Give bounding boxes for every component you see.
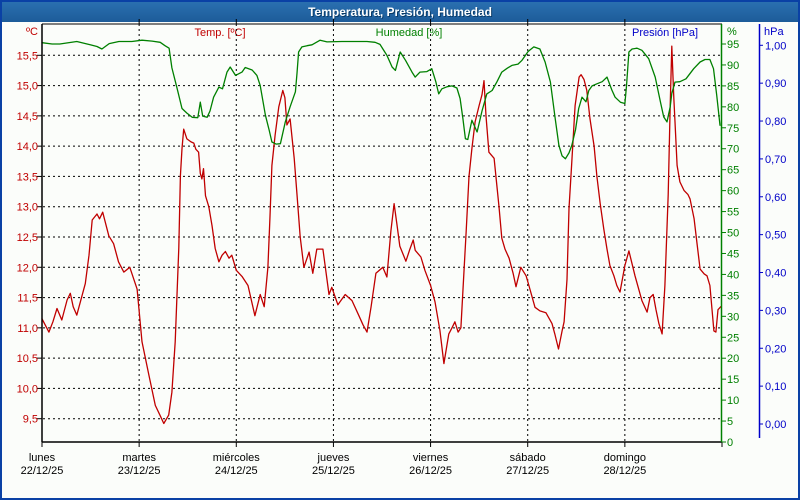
humidity-tick-label: 75 [727, 123, 739, 135]
temp-tick-label: 11,5 [17, 293, 38, 305]
pressure-tick-label: 0,50 [765, 230, 786, 242]
day-date-label: 24/12/25 [215, 465, 258, 477]
temp-tick-label: 10,5 [17, 353, 38, 365]
pressure-tick-label: 1,00 [765, 40, 786, 52]
day-name-label: lunes [29, 452, 56, 464]
humidity-tick-label: 60 [727, 186, 739, 198]
day-name-label: jueves [317, 452, 350, 464]
pressure-tick-label: 0,30 [765, 305, 786, 317]
humidity-tick-label: 70 [727, 144, 739, 156]
pressure-tick-label: 0,90 [765, 78, 786, 90]
x-axis-labels: lunes22/12/25 martes23/12/25 miércoles24/1… [21, 452, 647, 477]
pressure-axis-unit: hPa [764, 26, 784, 38]
grid-layer [43, 24, 722, 442]
temp-tick-label: 9,5 [23, 414, 38, 426]
humidity-tick-label: 85 [727, 81, 739, 93]
series-humidity [41, 39, 721, 160]
humidity-tick-label: 0 [727, 437, 733, 449]
pressure-tick-label: 0,60 [765, 192, 786, 204]
humidity-tick-label: 30 [727, 311, 739, 323]
chart-canvas: 9,5 10,0 10,5 11,0 11,5 12,0 12,5 13,0 13,5 14,0 1… [17, 19, 786, 477]
humidity-tick-label: 65 [727, 165, 739, 177]
day-date-label: 25/12/25 [312, 465, 355, 477]
day-date-label: 27/12/25 [506, 465, 549, 477]
humidity-tick-label: 90 [727, 60, 739, 72]
humidity-axis-unit: % [727, 26, 737, 38]
series-layer [41, 39, 722, 425]
app-window: Temperatura, Presión, Humedad Temp. [ºC]… [0, 0, 800, 500]
pressure-tick-label: 0,40 [765, 268, 786, 280]
temp-tick-label: 14,0 [17, 141, 38, 153]
day-name-label: martes [122, 452, 156, 464]
humidity-tick-label: 95 [727, 39, 739, 51]
day-date-label: 23/12/25 [118, 465, 161, 477]
humidity-tick-label: 10 [727, 395, 739, 407]
humidity-tick-label: 45 [727, 248, 739, 260]
temp-tick-label: 12,5 [17, 232, 38, 244]
temp-tick-label: 14,5 [17, 111, 38, 123]
temp-axis-unit: ºC [26, 26, 38, 38]
humidity-tick-label: 25 [727, 332, 739, 344]
temp-tick-label: 11,0 [17, 323, 38, 335]
temp-tick-label: 12,0 [17, 262, 38, 274]
day-name-label: domingo [604, 452, 646, 464]
humidity-tick-label: 5 [727, 416, 733, 428]
day-name-label: sábado [510, 452, 546, 464]
day-date-label: 28/12/25 [603, 465, 646, 477]
day-name-label: miércoles [213, 452, 261, 464]
pressure-tick-label: 0,80 [765, 116, 786, 128]
humidity-tick-label: 55 [727, 207, 739, 219]
humidity-tick-label: 50 [727, 228, 739, 240]
temp-tick-label: 15,0 [17, 81, 38, 93]
series-temp [41, 45, 722, 425]
temp-tick-label: 15,5 [17, 50, 38, 62]
day-name-label: viernes [413, 452, 449, 464]
day-date-label: 26/12/25 [409, 465, 452, 477]
pressure-tick-label: 0,70 [765, 154, 786, 166]
humidity-tick-label: 40 [727, 269, 739, 281]
temp-tick-label: 13,0 [17, 202, 38, 214]
temp-tick-label: 13,5 [17, 171, 38, 183]
pressure-tick-label: 0,20 [765, 343, 786, 355]
humidity-tick-label: 15 [727, 374, 739, 386]
humidity-tick-label: 20 [727, 353, 739, 365]
humidity-tick-label: 35 [727, 290, 739, 302]
day-date-label: 22/12/25 [21, 465, 64, 477]
temp-tick-label: 10,0 [17, 383, 38, 395]
pressure-tick-label: 0,00 [765, 419, 786, 431]
humidity-tick-label: 80 [727, 102, 739, 114]
pressure-tick-label: 0,10 [765, 381, 786, 393]
